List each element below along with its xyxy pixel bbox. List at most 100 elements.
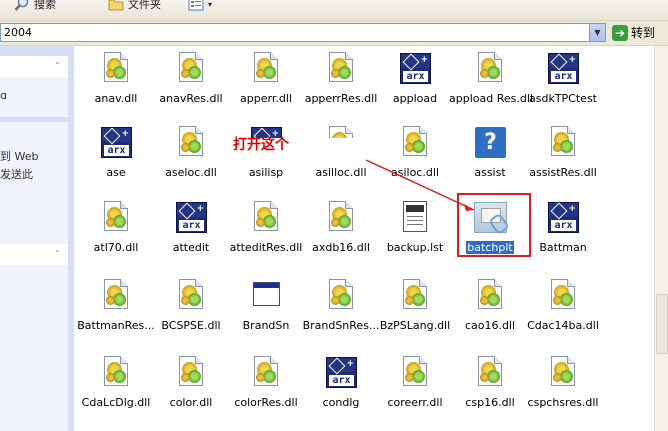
toolbar: 搜索 文件夹 ▾ xyxy=(0,0,668,21)
arx-icon: +arx xyxy=(547,201,579,235)
views-icon xyxy=(188,0,204,11)
file-item[interactable]: BrandSn xyxy=(224,279,308,332)
task-pane-section xyxy=(0,265,68,431)
arx-icon: +arx xyxy=(547,52,579,86)
dll-icon xyxy=(325,52,357,86)
vertical-scrollbar[interactable] xyxy=(654,46,668,431)
address-input[interactable]: 2004 ▼ xyxy=(0,23,606,42)
file-item[interactable]: appload Res.dll xyxy=(448,52,533,105)
file-item[interactable]: + arx Battman xyxy=(521,201,605,254)
file-name: asilloc.dll xyxy=(315,166,367,179)
views-button[interactable]: ▾ xyxy=(188,0,212,14)
assist-icon: ? xyxy=(474,126,506,160)
window-icon xyxy=(250,279,282,313)
file-name: cspchsres.dll xyxy=(527,396,599,409)
file-item[interactable]: atteditRes.dll xyxy=(224,201,308,254)
file-name: aseloc.dll xyxy=(165,166,217,179)
file-name: cao16.dll xyxy=(464,319,516,332)
file-name: coreerr.dll xyxy=(387,396,443,409)
file-item[interactable]: atl70.dll xyxy=(74,201,158,254)
file-name: assist xyxy=(474,166,506,179)
dll-icon xyxy=(474,279,506,313)
file-name: backup.lst xyxy=(386,241,444,254)
file-item[interactable]: BrandSnRes... xyxy=(299,279,383,332)
arx-icon: +arx xyxy=(325,356,357,390)
file-item[interactable]: color.dll xyxy=(149,356,233,409)
file-item[interactable]: CdaLcDlg.dll xyxy=(74,356,158,409)
arx-icon: +arx xyxy=(399,52,431,86)
file-name: BrandSn xyxy=(242,319,290,332)
file-item[interactable]: aseloc.dll xyxy=(149,126,233,179)
file-item[interactable]: anavRes.dll xyxy=(149,52,233,105)
file-name: asiloc.dll xyxy=(391,166,439,179)
file-name: assistRes.dll xyxy=(529,166,597,179)
go-button[interactable]: ➔ 转到 xyxy=(612,23,655,42)
dll-icon xyxy=(399,126,431,160)
file-name: Cdac14ba.dll xyxy=(527,319,599,332)
file-item[interactable]: asiloc.dll xyxy=(373,126,457,179)
file-item[interactable]: backup.lst xyxy=(373,201,457,254)
file-item[interactable]: ? assist xyxy=(448,126,532,179)
file-item[interactable]: BCSPSE.dll xyxy=(149,279,233,332)
dll-icon xyxy=(175,126,207,160)
dll-icon xyxy=(547,126,579,160)
file-item[interactable]: + arx ase xyxy=(74,126,158,179)
views-dropdown-icon[interactable]: ▾ xyxy=(208,0,212,9)
task-line-1[interactable]: ɑ xyxy=(0,89,7,102)
file-item[interactable]: BzPSLang.dll xyxy=(373,279,457,332)
file-item[interactable]: cspchsres.dll xyxy=(521,356,605,409)
file-item[interactable]: colorRes.dll xyxy=(224,356,308,409)
file-name: Battman xyxy=(539,241,587,254)
file-item[interactable]: apperrRes.dll xyxy=(299,52,383,105)
folder-icon xyxy=(108,0,124,11)
dll-icon xyxy=(175,356,207,390)
dll-icon xyxy=(250,201,282,235)
task-pane-section-header[interactable]: ⌃ xyxy=(0,56,68,77)
highlight-rectangle xyxy=(457,193,531,257)
file-name: BzPSLang.dll xyxy=(379,319,451,332)
file-name: atl70.dll xyxy=(93,241,139,254)
lst-icon xyxy=(399,201,431,235)
go-arrow-icon: ➔ xyxy=(612,24,628,41)
dll-icon xyxy=(175,52,207,86)
file-item[interactable]: csp16.dll xyxy=(448,356,532,409)
search-button[interactable]: 搜索 xyxy=(14,0,56,14)
file-name: attedit xyxy=(172,241,210,254)
dll-icon xyxy=(474,356,506,390)
dll-icon xyxy=(250,356,282,390)
file-item[interactable]: coreerr.dll xyxy=(373,356,457,409)
file-item[interactable]: Cdac14ba.dll xyxy=(521,279,605,332)
file-item[interactable]: + arx attedit xyxy=(149,201,233,254)
file-name: apperrRes.dll xyxy=(304,92,378,105)
file-item[interactable]: + arx condlg xyxy=(299,356,383,409)
file-item[interactable]: apperr.dll xyxy=(224,52,308,105)
dll-icon xyxy=(175,279,207,313)
file-item[interactable]: + arx appload xyxy=(373,52,457,105)
file-item[interactable]: BattmanRes... xyxy=(74,279,158,332)
task-pane: ⌃ ɑ 到 Web 发送此 ⌃ xyxy=(0,46,74,431)
dll-icon xyxy=(474,52,506,86)
file-name: ase xyxy=(106,166,126,179)
address-dropdown-button[interactable]: ▼ xyxy=(589,24,605,41)
dll-icon xyxy=(100,52,132,86)
file-item[interactable]: assistRes.dll xyxy=(521,126,605,179)
file-name: BattmanRes... xyxy=(77,319,155,332)
file-name: appload xyxy=(392,92,438,105)
task-pane-section-header[interactable]: ⌃ xyxy=(0,244,68,265)
file-item[interactable]: cao16.dll xyxy=(448,279,532,332)
file-item[interactable]: axdb16.dll xyxy=(299,201,383,254)
file-item[interactable]: + arx asdkTPCtest xyxy=(521,52,605,105)
collapse-icon[interactable]: ⌃ xyxy=(54,249,61,258)
dll-icon xyxy=(100,279,132,313)
dll-icon xyxy=(325,279,357,313)
file-name: condlg xyxy=(322,396,360,409)
task-link-send[interactable]: 发送此 xyxy=(0,166,33,182)
scrollbar-thumb[interactable] xyxy=(656,294,668,354)
file-name: BrandSnRes... xyxy=(302,319,380,332)
dll-icon xyxy=(547,279,579,313)
collapse-icon[interactable]: ⌃ xyxy=(54,61,61,70)
file-item[interactable]: anav.dll xyxy=(74,52,158,105)
address-text: 2004 xyxy=(4,26,32,39)
folders-button[interactable]: 文件夹 xyxy=(108,0,161,14)
task-link-web[interactable]: 到 Web xyxy=(0,148,38,164)
